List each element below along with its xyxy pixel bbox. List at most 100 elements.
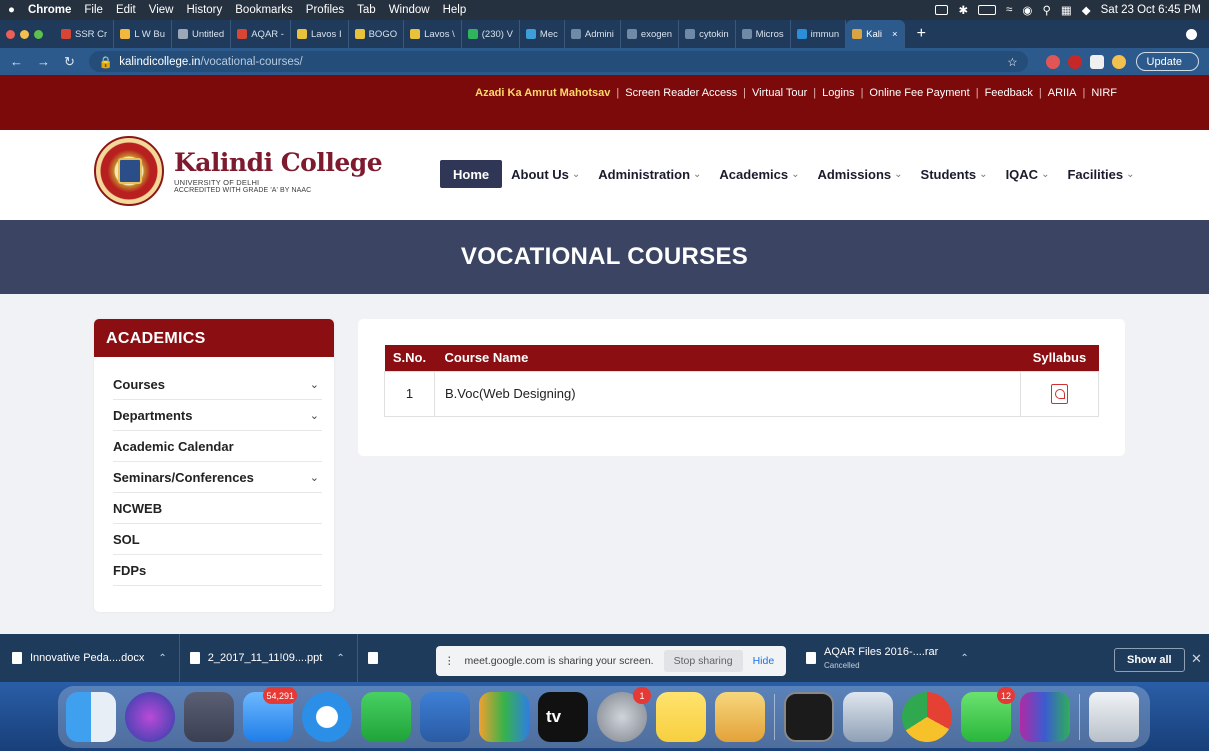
menu-edit[interactable]: Edit (116, 4, 136, 16)
chevron-up-icon[interactable]: ⌃ (158, 653, 166, 664)
winrar-icon[interactable] (1020, 692, 1070, 742)
chevron-up-icon[interactable]: ⌃ (960, 653, 968, 664)
menu-history[interactable]: History (186, 4, 222, 16)
link-feedback[interactable]: Feedback (979, 87, 1039, 99)
reload-icon[interactable]: ↻ (64, 54, 75, 70)
tab[interactable]: AQAR - (231, 20, 291, 48)
wifi-icon[interactable]: ≈ (1006, 4, 1012, 16)
menu-window[interactable]: Window (389, 4, 430, 16)
close-window-button[interactable] (6, 29, 15, 39)
extension-icon[interactable] (1045, 54, 1060, 69)
sidebar-item-seminars[interactable]: Seminars/Conferences ⌄ (113, 462, 322, 493)
battery-icon[interactable] (978, 5, 997, 15)
menu-bookmarks[interactable]: Bookmarks (235, 4, 293, 16)
link-nirf[interactable]: NIRF (1085, 87, 1123, 99)
link-azadi[interactable]: Azadi Ka Amrut Mahotsav (469, 87, 616, 99)
messages-icon[interactable]: 12 (961, 687, 1015, 742)
link-screen-reader[interactable]: Screen Reader Access (619, 87, 743, 99)
new-tab-button[interactable]: + (917, 25, 926, 43)
numbers-icon[interactable] (479, 692, 529, 742)
facetime-icon[interactable] (361, 692, 411, 742)
tab-active[interactable]: Kali × (846, 20, 905, 48)
menu-tab[interactable]: Tab (357, 4, 376, 16)
user-icon[interactable]: ◉ (1022, 3, 1032, 17)
tab[interactable]: exogen (621, 20, 680, 48)
nav-facilities[interactable]: Facilities ⌄ (1058, 160, 1143, 188)
sidebar-item-courses[interactable]: Courses ⌄ (113, 369, 322, 400)
pdf-icon[interactable] (1051, 383, 1068, 404)
menu-help[interactable]: Help (443, 4, 467, 16)
nav-students[interactable]: Students ⌄ (912, 160, 997, 188)
tab[interactable]: Admini (565, 20, 621, 48)
launchpad-icon[interactable] (184, 692, 234, 742)
tab[interactable]: (230) V (462, 20, 520, 48)
menu-chrome[interactable]: Chrome (28, 4, 71, 16)
link-logins[interactable]: Logins (816, 87, 860, 99)
show-all-button[interactable]: Show all (1114, 648, 1185, 672)
college-seal-logo[interactable] (94, 136, 164, 206)
nav-iqac[interactable]: IQAC ⌄ (997, 160, 1059, 188)
zoom-window-button[interactable] (34, 29, 43, 39)
close-icon[interactable]: ✕ (1191, 651, 1202, 667)
sidebar-item-ncweb[interactable]: NCWEB (113, 493, 322, 524)
download-item[interactable]: 2_2017_11_11!09....ppt ⌃ (189, 634, 358, 682)
link-virtual-tour[interactable]: Virtual Tour (746, 87, 813, 99)
notes-icon[interactable] (656, 692, 706, 742)
sidebar-item-departments[interactable]: Departments ⌄ (113, 400, 322, 431)
apple-tv-icon[interactable]: tv (538, 692, 588, 742)
trash-icon[interactable] (1089, 692, 1139, 742)
tab[interactable]: Lavos \ (404, 20, 462, 48)
keynote-icon[interactable] (420, 692, 470, 742)
forward-icon[interactable]: → (37, 54, 50, 69)
chevron-down-icon[interactable]: ⌄ (310, 378, 319, 391)
tab[interactable]: cytokin (679, 20, 736, 48)
menu-view[interactable]: View (149, 4, 174, 16)
sidebar-item-sol[interactable]: SOL (113, 524, 322, 555)
mail-icon[interactable]: 54,291 (243, 687, 297, 742)
chevron-up-icon[interactable]: ⌃ (336, 653, 344, 664)
back-icon[interactable]: ← (10, 54, 23, 69)
safari-icon[interactable] (302, 692, 352, 742)
menubar-clock[interactable]: Sat 23 Oct 6:45 PM (1101, 4, 1201, 16)
menu-profiles[interactable]: Profiles (306, 4, 344, 16)
apple-menu-icon[interactable]: ● (8, 4, 15, 16)
terminal-icon[interactable] (784, 692, 834, 742)
spotlight-search-icon[interactable]: ⚲ (1042, 3, 1050, 17)
nav-academics[interactable]: Academics ⌄ (710, 160, 808, 188)
tab[interactable]: Untitled (172, 20, 232, 48)
minimize-window-button[interactable] (20, 29, 29, 39)
tab[interactable]: L W Bu (114, 20, 172, 48)
update-button[interactable]: Update (1135, 52, 1199, 71)
tab[interactable]: BOGO (349, 20, 405, 48)
stop-sharing-button[interactable]: Stop sharing (663, 650, 743, 672)
drag-handle-icon[interactable]: ⋮ (444, 655, 455, 667)
chevron-down-icon[interactable]: ⌄ (310, 409, 319, 422)
sidebar-item-fdps[interactable]: FDPs (113, 555, 322, 586)
hide-button[interactable]: Hide (753, 655, 775, 667)
sidebar-item-academic-calendar[interactable]: Academic Calendar (113, 431, 322, 462)
puzzle-extensions-icon[interactable] (1089, 54, 1104, 69)
tab[interactable]: Micros (736, 20, 791, 48)
system-preferences-icon[interactable]: 1 (597, 687, 651, 742)
nav-about-us[interactable]: About Us ⌄ (502, 160, 589, 188)
close-tab-icon[interactable]: × (892, 29, 898, 40)
bluetooth-icon[interactable]: ✱ (958, 3, 968, 17)
siri-app-icon[interactable] (125, 692, 175, 742)
college-wordmark[interactable]: Kalindi College UNIVERSITY OF DELHI ACCR… (174, 150, 383, 195)
link-online-fee[interactable]: Online Fee Payment (863, 87, 975, 99)
url-bar[interactable]: 🔒 kalindicollege.in/vocational-courses/ … (88, 51, 1028, 72)
screen-icon[interactable] (935, 5, 949, 15)
control-center-icon[interactable]: ▦ (1061, 3, 1072, 17)
tab[interactable]: SSR Cr (55, 20, 115, 48)
chevron-down-icon[interactable]: ⌄ (310, 471, 319, 484)
download-item[interactable]: AQAR Files 2016-....rar Cancelled ⌃ (806, 638, 969, 678)
download-item[interactable] (367, 634, 390, 682)
download-item[interactable]: Innovative Peda....docx ⌃ (12, 634, 180, 682)
tab-search-icon[interactable] (1186, 28, 1197, 40)
nav-administration[interactable]: Administration ⌄ (589, 160, 710, 188)
preview-icon[interactable] (843, 692, 893, 742)
nav-admissions[interactable]: Admissions ⌄ (808, 160, 911, 188)
chrome-icon[interactable] (902, 692, 952, 742)
siri-icon[interactable]: ◆ (1082, 3, 1091, 17)
tab[interactable]: Mec (520, 20, 565, 48)
